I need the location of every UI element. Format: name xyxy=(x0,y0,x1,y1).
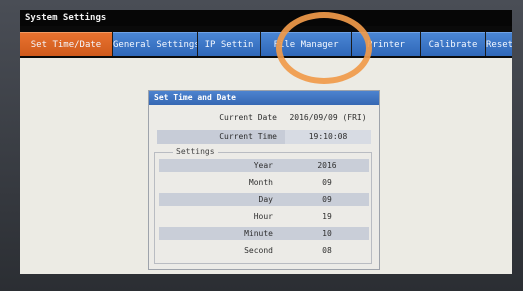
current-time-label: Current Time xyxy=(219,132,277,141)
minute-label: Minute xyxy=(244,229,273,238)
panel-title: Set Time and Date xyxy=(149,91,379,105)
day-row[interactable]: Day 09 xyxy=(159,193,369,206)
settings-group: Year 2016 Month 09 Day 09 Hour 19 Minute xyxy=(154,152,372,264)
tab-general-settings[interactable]: General Settings xyxy=(113,32,197,56)
tab-calibrate[interactable]: Calibrate xyxy=(421,32,485,56)
current-date-value: 2016/09/09 (FRI) xyxy=(289,113,367,122)
screen: System Settings Set Time/Date General Se… xyxy=(20,10,512,274)
tab-bar: Set Time/Date General Settings IP Settin… xyxy=(20,32,512,56)
year-value[interactable]: 2016 xyxy=(285,159,369,172)
current-time-row: Current Time 19:10:08 xyxy=(157,130,371,144)
minute-row[interactable]: Minute 10 xyxy=(159,227,369,240)
second-row[interactable]: Second 08 xyxy=(159,244,369,257)
current-date-label: Current Date xyxy=(219,113,277,122)
second-label: Second xyxy=(244,246,273,255)
day-value[interactable]: 09 xyxy=(285,193,369,206)
tab-content: Set Time and Date Current Date 2016/09/0… xyxy=(20,58,512,274)
year-row[interactable]: Year 2016 xyxy=(159,159,369,172)
day-label: Day xyxy=(258,195,273,204)
tab-ip-settings[interactable]: IP Settin xyxy=(198,32,260,56)
current-time-value: 19:10:08 xyxy=(285,130,371,144)
tab-set-time-date[interactable]: Set Time/Date xyxy=(20,32,112,56)
month-row[interactable]: Month 09 xyxy=(159,176,369,189)
year-label: Year xyxy=(253,161,273,170)
time-date-panel: Set Time and Date Current Date 2016/09/0… xyxy=(148,90,380,270)
hour-value[interactable]: 19 xyxy=(285,210,369,223)
second-value[interactable]: 08 xyxy=(285,244,369,257)
highlight-circle xyxy=(276,12,372,84)
tab-reset[interactable]: Reset xyxy=(486,32,512,56)
settings-legend: Settings xyxy=(173,147,218,157)
window-title: System Settings xyxy=(20,10,512,26)
month-value[interactable]: 09 xyxy=(285,176,369,189)
minute-value[interactable]: 10 xyxy=(285,227,369,240)
current-date-row: Current Date 2016/09/09 (FRI) xyxy=(157,111,371,125)
hour-label: Hour xyxy=(253,212,273,221)
hour-row[interactable]: Hour 19 xyxy=(159,210,369,223)
month-label: Month xyxy=(248,178,273,187)
